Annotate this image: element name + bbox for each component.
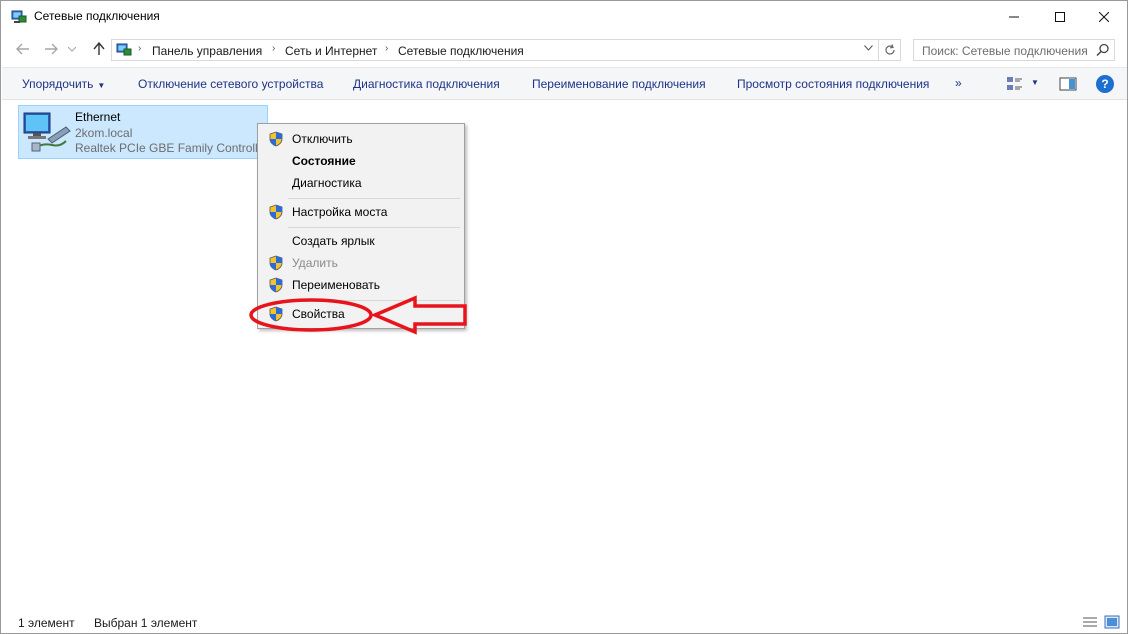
up-arrow-icon bbox=[93, 42, 105, 55]
menu-label: Удалить bbox=[292, 256, 338, 270]
menu-item-properties[interactable]: Свойства bbox=[260, 303, 462, 325]
organize-label: Упорядочить bbox=[22, 77, 94, 91]
forward-button[interactable] bbox=[41, 40, 61, 58]
maximize-button[interactable] bbox=[1037, 1, 1083, 32]
maximize-icon bbox=[1055, 11, 1065, 22]
close-icon bbox=[1099, 11, 1109, 22]
navigation-bar: › Панель управления › Сеть и Интернет › … bbox=[1, 32, 1127, 66]
refresh-button[interactable] bbox=[879, 39, 901, 61]
menu-label: Состояние bbox=[292, 154, 356, 168]
context-menu: Отключить Состояние Диагностика Настройк… bbox=[257, 123, 465, 329]
search-placeholder: Поиск: Сетевые подключения bbox=[922, 44, 1088, 58]
menu-item-create-shortcut[interactable]: Создать ярлык bbox=[260, 230, 462, 252]
selection-count: Выбран 1 элемент bbox=[94, 616, 198, 630]
search-input[interactable]: Поиск: Сетевые подключения bbox=[913, 39, 1115, 61]
window-title: Сетевые подключения bbox=[34, 9, 160, 23]
help-icon: ? bbox=[1101, 77, 1109, 91]
title-bar: Сетевые подключения bbox=[1, 1, 1127, 32]
address-history-button[interactable] bbox=[864, 43, 873, 54]
back-button[interactable] bbox=[13, 40, 33, 58]
recent-locations-button[interactable] bbox=[65, 40, 79, 58]
refresh-icon bbox=[884, 44, 895, 55]
network-folder-icon bbox=[116, 43, 132, 56]
address-bar[interactable]: › Панель управления › Сеть и Интернет › … bbox=[111, 39, 879, 61]
organize-button[interactable]: Упорядочить ▼ bbox=[22, 77, 105, 91]
status-bar: 1 элемент Выбран 1 элемент bbox=[2, 611, 1127, 633]
disable-device-button[interactable]: Отключение сетевого устройства bbox=[138, 77, 323, 91]
menu-separator bbox=[288, 198, 460, 199]
connection-item-ethernet[interactable]: Ethernet 2kom.local Realtek PCIe GBE Fam… bbox=[18, 105, 268, 159]
network-connections-window: Сетевые подключения › Панель управления … bbox=[0, 0, 1128, 634]
uac-shield-icon bbox=[269, 131, 283, 147]
connection-domain: 2kom.local bbox=[75, 126, 133, 140]
up-button[interactable] bbox=[89, 40, 109, 58]
uac-shield-icon bbox=[269, 306, 283, 322]
menu-label: Настройка моста bbox=[292, 205, 388, 219]
ethernet-adapter-icon bbox=[23, 112, 71, 152]
uac-shield-icon bbox=[269, 255, 283, 271]
breadcrumb-network-connections[interactable]: Сетевые подключения bbox=[398, 44, 524, 58]
forward-arrow-icon bbox=[45, 43, 58, 55]
menu-separator bbox=[288, 227, 460, 228]
help-button[interactable]: ? bbox=[1096, 75, 1114, 93]
connection-name: Ethernet bbox=[75, 110, 121, 124]
breadcrumb-separator-icon: › bbox=[385, 43, 389, 54]
minimize-button[interactable] bbox=[991, 1, 1037, 32]
menu-label: Переименовать bbox=[292, 278, 380, 292]
rename-connection-button[interactable]: Переименование подключения bbox=[532, 77, 706, 91]
change-view-icon[interactable] bbox=[1006, 76, 1024, 92]
more-commands-button[interactable]: » bbox=[955, 76, 962, 90]
preview-pane-icon[interactable] bbox=[1059, 76, 1077, 92]
menu-item-bridge[interactable]: Настройка моста bbox=[260, 201, 462, 223]
uac-shield-icon bbox=[269, 277, 283, 293]
command-bar: Упорядочить ▼ Отключение сетевого устройс… bbox=[2, 67, 1127, 100]
view-options-dropdown[interactable]: ▼ bbox=[1031, 78, 1039, 87]
item-count: 1 элемент bbox=[18, 616, 75, 630]
back-arrow-icon bbox=[16, 43, 29, 55]
view-status-button[interactable]: Просмотр состояния подключения bbox=[737, 77, 929, 91]
menu-item-status[interactable]: Состояние bbox=[260, 150, 462, 172]
diagnose-connection-button[interactable]: Диагностика подключения bbox=[353, 77, 500, 91]
close-button[interactable] bbox=[1081, 1, 1127, 32]
menu-item-diagnostics[interactable]: Диагностика bbox=[260, 172, 462, 194]
menu-label: Диагностика bbox=[292, 176, 362, 190]
search-icon bbox=[1096, 43, 1109, 57]
breadcrumb-network-internet[interactable]: Сеть и Интернет bbox=[285, 44, 377, 58]
menu-label: Свойства bbox=[292, 307, 345, 321]
menu-item-disable[interactable]: Отключить bbox=[260, 128, 462, 150]
menu-label: Отключить bbox=[292, 132, 353, 146]
breadcrumb-control-panel[interactable]: Панель управления bbox=[152, 44, 262, 58]
minimize-icon bbox=[1009, 16, 1019, 17]
menu-item-rename[interactable]: Переименовать bbox=[260, 274, 462, 296]
caret-down-icon: ▼ bbox=[97, 81, 106, 90]
network-folder-icon bbox=[11, 10, 27, 23]
menu-label: Создать ярлык bbox=[292, 234, 375, 248]
connection-adapter: Realtek PCIe GBE Family Controller bbox=[75, 141, 269, 155]
menu-item-delete: Удалить bbox=[260, 252, 462, 274]
breadcrumb-separator-icon: › bbox=[138, 43, 142, 54]
breadcrumb-separator-icon: › bbox=[272, 43, 276, 54]
details-view-icon[interactable] bbox=[1082, 615, 1098, 629]
large-icons-view-icon[interactable] bbox=[1104, 615, 1120, 629]
chevron-down-icon bbox=[68, 46, 76, 52]
uac-shield-icon bbox=[269, 204, 283, 220]
chevron-down-icon bbox=[864, 45, 873, 51]
menu-separator bbox=[288, 300, 460, 301]
